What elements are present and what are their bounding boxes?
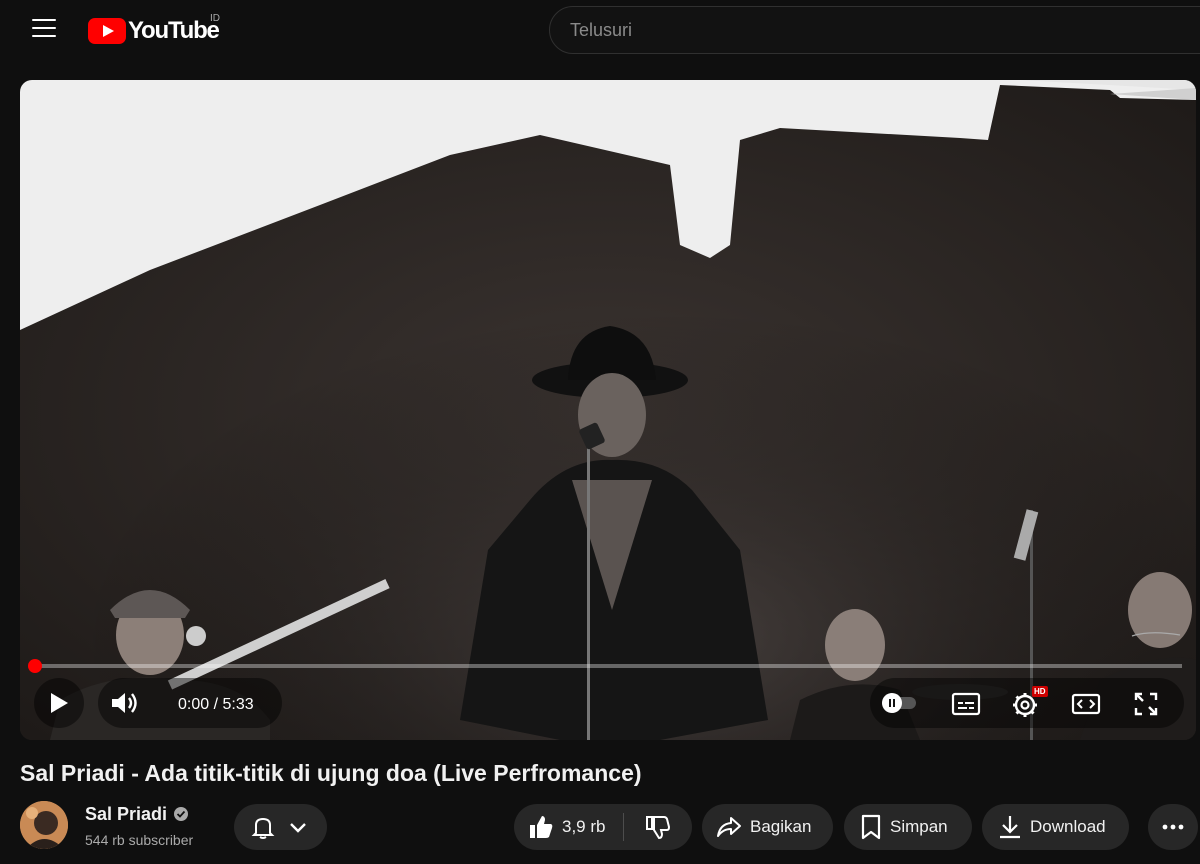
video-frame: [20, 80, 1196, 740]
time-display: 0:00 / 5:33: [178, 696, 254, 714]
play-button[interactable]: [34, 678, 84, 728]
download-icon: [1000, 816, 1020, 839]
thumbs-down-icon: [645, 816, 670, 840]
masthead: YouTube ID: [0, 0, 1200, 62]
thumbs-up-icon: [530, 816, 553, 838]
settings-button[interactable]: HD: [1004, 686, 1048, 722]
share-icon: [717, 817, 741, 837]
youtube-logo[interactable]: YouTube: [88, 16, 220, 46]
chevron-down-icon: [290, 823, 306, 833]
fullscreen-button[interactable]: [1124, 686, 1168, 722]
download-label: Download: [1030, 817, 1106, 836]
region-code: ID: [210, 13, 220, 24]
like-count: 3,9 rb: [562, 817, 606, 836]
logo-text: YouTube: [128, 17, 220, 44]
more-actions-button[interactable]: [1148, 804, 1198, 850]
time-total: 5:33: [222, 696, 254, 713]
save-button[interactable]: Simpan: [844, 804, 972, 850]
volume-button[interactable]: [100, 678, 150, 728]
progress-scrubber[interactable]: [28, 659, 42, 673]
autoplay-toggle[interactable]: [878, 688, 920, 718]
subscriber-count: 544 rb subscriber: [85, 832, 194, 848]
theater-mode-button[interactable]: [1064, 688, 1108, 720]
progress-bar[interactable]: [28, 659, 1182, 673]
subtitles-icon: [951, 692, 981, 716]
theater-mode-icon: [1071, 693, 1101, 715]
download-button[interactable]: Download: [982, 804, 1129, 850]
time-current: 0:00: [178, 696, 210, 713]
more-icon: [1162, 824, 1184, 830]
video-title: Sal Priadi - Ada titik-titik di ujung do…: [20, 760, 642, 786]
fullscreen-icon: [1134, 692, 1158, 716]
save-label: Simpan: [890, 817, 948, 836]
avatar-image: [20, 801, 68, 849]
autoplay-toggle-icon: [882, 693, 916, 713]
channel-avatar[interactable]: [20, 801, 68, 849]
time-separator: /: [213, 696, 219, 713]
channel-name[interactable]: Sal Priadi: [85, 804, 167, 825]
share-label: Bagikan: [750, 817, 812, 836]
notification-button[interactable]: [234, 804, 327, 850]
menu-icon[interactable]: [32, 19, 56, 39]
dislike-button[interactable]: [624, 804, 692, 850]
verified-icon: [174, 807, 188, 821]
like-button[interactable]: 3,9 rb: [514, 804, 619, 850]
hd-badge: HD: [1032, 686, 1048, 697]
bookmark-icon: [861, 814, 881, 840]
volume-icon: [112, 693, 137, 713]
subtitles-button[interactable]: [944, 688, 988, 720]
search-input[interactable]: [549, 6, 1200, 54]
play-icon: [51, 693, 68, 713]
bell-icon: [251, 817, 275, 839]
video-player[interactable]: 0:00 / 5:33 HD: [20, 80, 1196, 740]
like-dislike-group: 3,9 rb: [514, 804, 692, 850]
share-button[interactable]: Bagikan: [702, 804, 833, 850]
youtube-logo-icon: [88, 18, 126, 44]
